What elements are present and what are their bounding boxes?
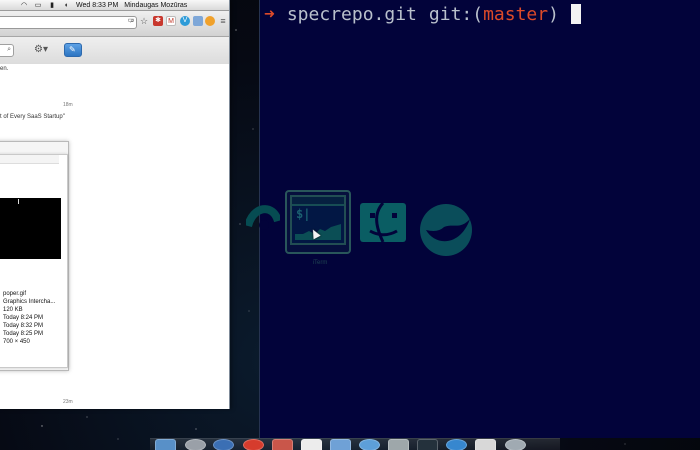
app-dock-icon[interactable] [446, 439, 467, 450]
finder-dock-icon[interactable] [155, 439, 176, 450]
extension-blue-icon[interactable] [193, 16, 203, 26]
extension-orange-icon[interactable] [205, 16, 215, 26]
folder-dock-icon[interactable] [330, 439, 351, 450]
prompt-arrow-icon: ➜ [264, 3, 275, 25]
mail-toolbar: ⌕ ⚙▾ ✎ [0, 37, 229, 65]
file-kind: Graphics Intercha... [3, 299, 56, 305]
iterm-dock-icon[interactable] [417, 439, 438, 450]
menu-bar: ◠ ▭ ▮ ◖ Wed 8:33 PM Mindaugas Mozūras [0, 0, 229, 11]
volume-icon[interactable]: ◖ [62, 0, 70, 11]
app-switcher[interactable]: $| iTerm [243, 180, 493, 272]
terminal-dock-icon[interactable] [388, 439, 409, 450]
search-field[interactable]: ⌕ [0, 44, 14, 57]
snippet-text: en. [0, 66, 9, 72]
address-bar[interactable]: ⌕ [0, 16, 137, 29]
chrome-dock-icon[interactable] [243, 439, 264, 450]
battery-icon[interactable]: ▮ [48, 0, 56, 11]
trash-dock-icon[interactable] [505, 439, 526, 450]
timestamp: 23m [63, 399, 73, 405]
file-size: 120 KB [3, 307, 23, 313]
bird-icon[interactable] [417, 204, 475, 258]
current-directory: specrepo.git [286, 3, 417, 25]
finder-icon[interactable] [357, 200, 409, 245]
search-icon: ⌕ [7, 46, 11, 53]
wifi-icon[interactable]: ◠ [20, 0, 28, 11]
quick-look-window: poper.gif Graphics Intercha... 120 KB To… [0, 154, 68, 368]
calendar-dock-icon[interactable] [272, 439, 293, 450]
created-date: Today 8:24 PM [3, 315, 44, 321]
notes-dock-icon[interactable] [301, 439, 322, 450]
iterm-titlebar [292, 197, 344, 206]
quick-look-titlebar [0, 155, 59, 164]
menu-icon[interactable]: ≡ [218, 16, 228, 26]
browser-toolbar: ⌕ ▭ ☆ ✱ M V ≡ [0, 11, 229, 37]
iterm-icon[interactable]: $| [290, 195, 346, 245]
dock [150, 438, 560, 450]
file-name: poper.gif [3, 291, 27, 297]
chrome-like-icon[interactable] [246, 196, 280, 241]
last-opened-date: Today 8:25 PM [3, 331, 44, 337]
branch-name: master [483, 3, 549, 25]
git-branch-display: git:(master) [428, 3, 559, 25]
settings-gear-icon[interactable]: ⚙▾ [34, 44, 48, 56]
timestamp: 18m [63, 102, 73, 108]
star-icon[interactable]: ☆ [139, 16, 149, 26]
terminal-prompt-icon: $| [296, 207, 311, 221]
gif-preview [0, 198, 61, 259]
document-dock-icon[interactable] [475, 439, 496, 450]
compose-icon: ✎ [69, 45, 76, 54]
clock[interactable]: Wed 8:33 PM [76, 0, 118, 11]
image-dimensions: 700 × 450 [3, 339, 30, 345]
badge-dock-icon[interactable] [213, 439, 234, 450]
safari-dock-icon[interactable] [359, 439, 380, 450]
message-headline[interactable]: t of Every SaaS Startup" [0, 114, 65, 120]
preview-cursor-mark [18, 199, 19, 204]
gmail-icon[interactable]: M [166, 16, 176, 26]
extension-red-icon[interactable]: ✱ [153, 16, 163, 26]
compose-button[interactable]: ✎ [64, 43, 82, 57]
screen-icon[interactable]: ▭ [34, 0, 42, 11]
user-menu[interactable]: Mindaugas Mozūras [124, 0, 187, 11]
extension-v-icon[interactable]: V [180, 16, 190, 26]
system-dock-icon[interactable] [185, 439, 206, 450]
browser-window: ◠ ▭ ▮ ◖ Wed 8:33 PM Mindaugas Mozūras ⌕ … [0, 0, 230, 409]
terminal-prompt-line[interactable]: ➜ specrepo.git git:(master) [264, 2, 581, 26]
desktop-screen: ◠ ▭ ▮ ◖ Wed 8:33 PM Mindaugas Mozūras ⌕ … [0, 0, 700, 450]
modified-date: Today 8:32 PM [3, 323, 44, 329]
selected-app-label: iTerm [312, 260, 328, 266]
bookmark-icon[interactable]: ▭ [126, 16, 136, 26]
terminal-cursor [570, 4, 581, 24]
